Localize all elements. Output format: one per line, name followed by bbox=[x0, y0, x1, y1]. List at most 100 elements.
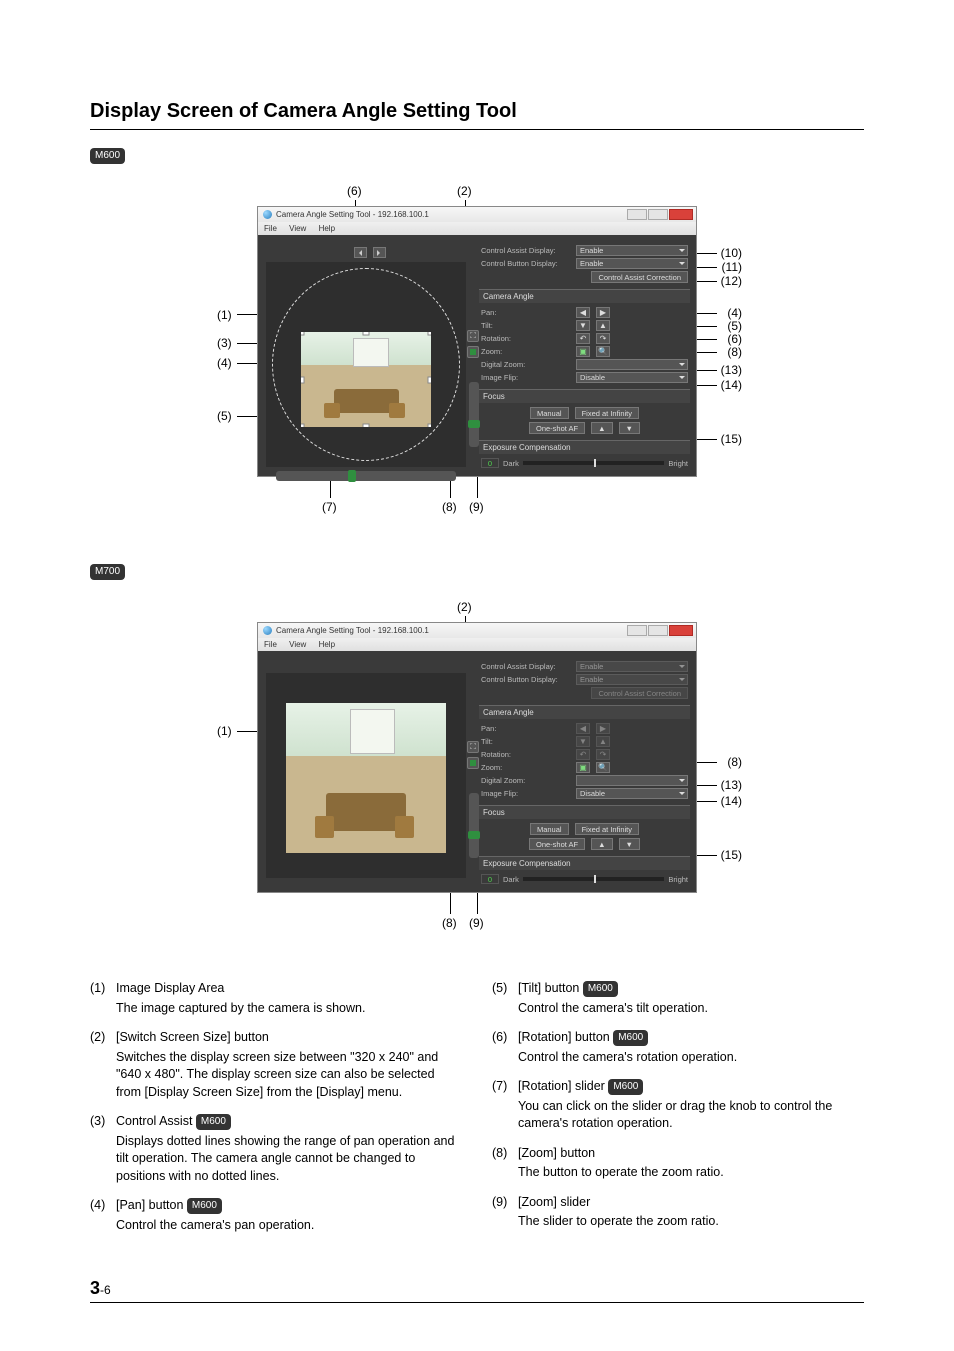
camera-image bbox=[286, 703, 446, 853]
control-button-display-select[interactable]: Enable bbox=[576, 258, 688, 269]
focus-far-button[interactable]: ▼ bbox=[619, 422, 640, 434]
digital-zoom-label: Digital Zoom: bbox=[481, 360, 576, 369]
focus-infinity-button[interactable]: Fixed at Infinity bbox=[575, 823, 639, 835]
window-maximize-button[interactable] bbox=[648, 625, 668, 636]
zoom-in-button[interactable] bbox=[467, 346, 479, 358]
exposure-slider[interactable] bbox=[523, 877, 665, 881]
menu-help[interactable]: Help bbox=[319, 640, 335, 649]
zoom-wide-button[interactable]: ▣ bbox=[576, 346, 590, 357]
zoom-tele-button[interactable]: 🔍 bbox=[596, 346, 610, 357]
badge-m700: M700 bbox=[90, 564, 125, 580]
item-heading: [Zoom] slider bbox=[518, 1194, 719, 1212]
tilt-up-button[interactable]: ▲ bbox=[596, 320, 610, 331]
window-titlebar: Camera Angle Setting Tool - 192.168.100.… bbox=[258, 623, 696, 638]
callout-right-12: (12) bbox=[721, 274, 742, 288]
window-minimize-button[interactable] bbox=[627, 625, 647, 636]
rotation-right-button[interactable]: ↷ bbox=[596, 333, 610, 344]
callout-right-5: (5) bbox=[727, 319, 742, 333]
pan-left-button: ◀ bbox=[576, 723, 590, 734]
menu-file[interactable]: File bbox=[264, 224, 277, 233]
crop-handle[interactable] bbox=[301, 424, 305, 428]
pan-right-button: ▶ bbox=[596, 723, 610, 734]
focus-section: Focus bbox=[479, 389, 690, 403]
item-number: (7) bbox=[492, 1078, 518, 1133]
zoom-slider-knob[interactable] bbox=[468, 420, 480, 428]
tilt-label: Tilt: bbox=[481, 737, 576, 746]
switch-screen-size-button[interactable] bbox=[467, 741, 479, 753]
figure-m600: (6) (2) (1) (3) (4) (5) (10) (11) (12) (… bbox=[217, 184, 737, 514]
item-description: Control the camera's pan operation. bbox=[116, 1217, 314, 1235]
zoom-slider-vertical[interactable] bbox=[469, 793, 479, 858]
window-close-button[interactable] bbox=[669, 625, 693, 636]
model-badge: M600 bbox=[583, 981, 618, 997]
menu-view[interactable]: View bbox=[289, 640, 306, 649]
crop-handle[interactable] bbox=[301, 332, 305, 336]
window-maximize-button[interactable] bbox=[648, 209, 668, 220]
switch-screen-size-button[interactable] bbox=[467, 330, 479, 342]
focus-far-button[interactable]: ▼ bbox=[619, 838, 640, 850]
rotation-cw-button[interactable] bbox=[373, 247, 386, 258]
rotation-label: Rotation: bbox=[481, 750, 576, 759]
callout-right-4: (4) bbox=[727, 306, 742, 320]
rotation-slider-knob[interactable] bbox=[348, 470, 356, 482]
crop-handle[interactable] bbox=[428, 424, 432, 428]
control-assist-display-select: Enable bbox=[576, 661, 688, 672]
image-display-area[interactable] bbox=[266, 673, 466, 878]
focus-near-button[interactable]: ▲ bbox=[591, 422, 612, 434]
focus-infinity-button[interactable]: Fixed at Infinity bbox=[575, 407, 639, 419]
crop-handle[interactable] bbox=[428, 376, 432, 383]
crop-handle[interactable] bbox=[363, 424, 370, 428]
model-badge: M600 bbox=[608, 1079, 643, 1095]
window-title: Camera Angle Setting Tool - 192.168.100.… bbox=[276, 626, 429, 635]
crop-handle[interactable] bbox=[363, 332, 370, 336]
focus-oneshot-button[interactable]: One-shot AF bbox=[529, 838, 585, 850]
control-assist-display-select[interactable]: Enable bbox=[576, 245, 688, 256]
image-display-area[interactable] bbox=[266, 262, 466, 467]
zoom-wide-button[interactable]: ▣ bbox=[576, 762, 590, 773]
control-assist-correction-button[interactable]: Control Assist Correction bbox=[591, 271, 688, 283]
zoom-label: Zoom: bbox=[481, 347, 576, 356]
image-flip-select[interactable]: Disable bbox=[576, 788, 688, 799]
callout-left-5: (5) bbox=[217, 409, 232, 423]
zoom-slider-vertical[interactable] bbox=[469, 382, 479, 447]
item-description: Control the camera's tilt operation. bbox=[518, 1000, 708, 1018]
focus-oneshot-button[interactable]: One-shot AF bbox=[529, 422, 585, 434]
crop-handle[interactable] bbox=[301, 376, 305, 383]
image-flip-select[interactable]: Disable bbox=[576, 372, 688, 383]
model-badge: M600 bbox=[613, 1030, 648, 1046]
rotation-slider[interactable] bbox=[276, 471, 456, 481]
callout-top-6: (6) bbox=[347, 184, 362, 198]
tilt-down-button[interactable]: ▼ bbox=[576, 320, 590, 331]
menu-view[interactable]: View bbox=[289, 224, 306, 233]
focus-manual-button[interactable]: Manual bbox=[530, 407, 569, 419]
zoom-tele-button[interactable]: 🔍 bbox=[596, 762, 610, 773]
menu-file[interactable]: File bbox=[264, 640, 277, 649]
menu-help[interactable]: Help bbox=[319, 224, 335, 233]
image-flip-label: Image Flip: bbox=[481, 373, 576, 382]
rotation-left-button[interactable]: ↶ bbox=[576, 333, 590, 344]
item-description: Displays dotted lines showing the range … bbox=[116, 1133, 462, 1186]
settings-panel: Control Assist Display: Enable Control B… bbox=[481, 243, 688, 468]
item-number: (4) bbox=[90, 1197, 116, 1234]
callout-top-2: (2) bbox=[457, 184, 472, 198]
rotation-right-button: ↷ bbox=[596, 749, 610, 760]
window-minimize-button[interactable] bbox=[627, 209, 647, 220]
window-close-button[interactable] bbox=[669, 209, 693, 220]
focus-manual-button[interactable]: Manual bbox=[530, 823, 569, 835]
pan-label: Pan: bbox=[481, 724, 576, 733]
rotation-ccw-button[interactable] bbox=[354, 247, 367, 258]
tilt-up-button: ▲ bbox=[596, 736, 610, 747]
model-badge: M600 bbox=[187, 1198, 222, 1214]
pan-left-button[interactable]: ◀ bbox=[576, 307, 590, 318]
crop-handle[interactable] bbox=[428, 332, 432, 336]
pan-right-button[interactable]: ▶ bbox=[596, 307, 610, 318]
digital-zoom-select[interactable] bbox=[576, 775, 688, 786]
item-number: (1) bbox=[90, 980, 116, 1017]
zoom-slider-knob[interactable] bbox=[468, 831, 480, 839]
exposure-slider[interactable] bbox=[523, 461, 665, 465]
digital-zoom-select[interactable] bbox=[576, 359, 688, 370]
focus-near-button[interactable]: ▲ bbox=[591, 838, 612, 850]
zoom-in-button[interactable] bbox=[467, 757, 479, 769]
callout-m700-bottom-8: (8) bbox=[442, 916, 457, 930]
zoom-label: Zoom: bbox=[481, 763, 576, 772]
